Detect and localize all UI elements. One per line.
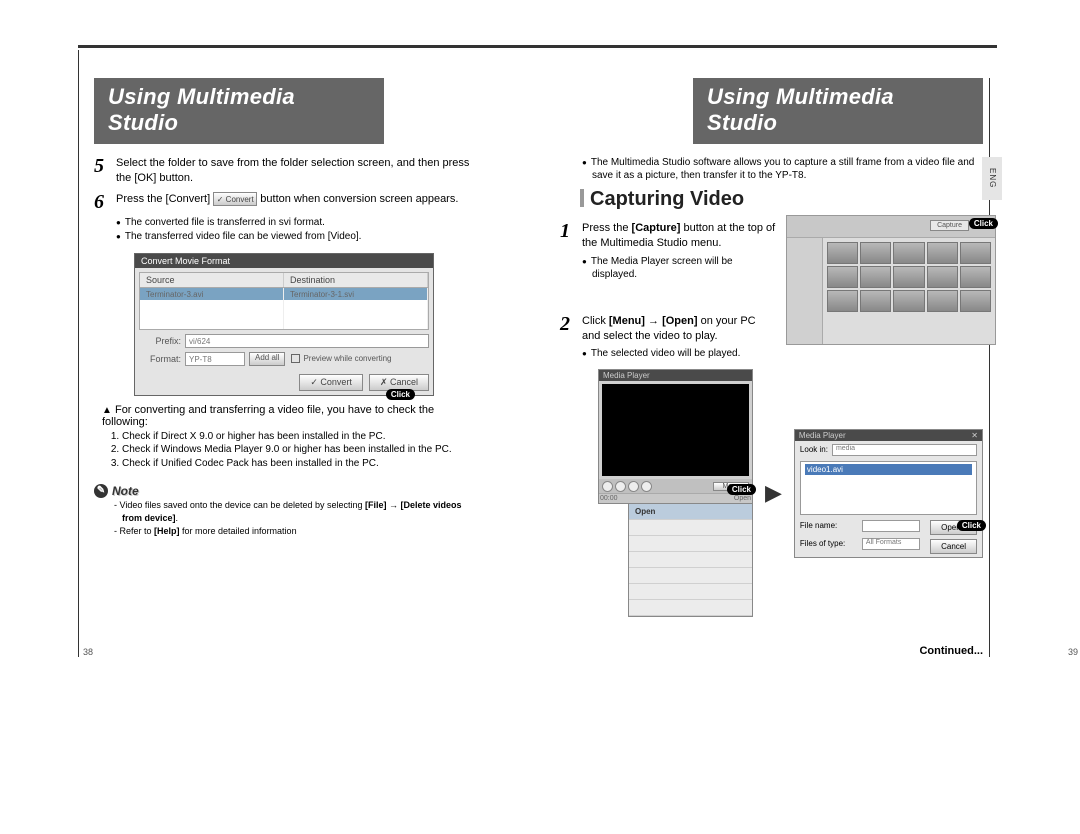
note-title: Note (112, 484, 139, 498)
filename-label: File name: (800, 521, 858, 530)
close-icon[interactable]: ✕ (971, 431, 978, 440)
rstep2-bullet: The selected video will be played. (560, 347, 776, 360)
play-icon[interactable] (602, 481, 613, 492)
step-number: 5 (94, 156, 116, 176)
convert-button[interactable]: ✓ Convert (299, 374, 363, 391)
dd-open[interactable]: Open (629, 504, 752, 520)
row-dest: Terminator-3-1.svi (284, 288, 428, 329)
file-list[interactable]: video1.avi (800, 461, 977, 515)
preview-checkbox[interactable]: Preview while converting (291, 354, 391, 363)
step-text: Click [Menu] → [Open] on your PC and sel… (582, 314, 776, 344)
step6-bullet: The converted file is transferred in svi… (94, 216, 470, 229)
open-dialog-screenshot: Media Player✕ Look in: media video1.avi … (794, 429, 983, 558)
note-line: Video files saved onto the device can be… (94, 499, 470, 524)
section-heading: Capturing Video (580, 188, 983, 211)
prefix-label: Prefix: (139, 336, 185, 346)
step-6: 6 Press the [Convert] ✓ Convert button w… (94, 192, 470, 212)
check-item: Check if Direct X 9.0 or higher has been… (122, 430, 470, 444)
step-text: Select the folder to save from the folde… (116, 156, 470, 186)
dd-item[interactable] (629, 552, 752, 568)
language-tab: ENG (982, 157, 1002, 200)
dd-item[interactable] (629, 536, 752, 552)
arrow-icon: ▶ (765, 480, 782, 506)
col-dest: Destination (284, 273, 428, 287)
filetype-label: Files of type: (800, 539, 858, 548)
menu-dropdown: Open (628, 503, 753, 617)
row-source: Terminator-3.avi (140, 288, 284, 329)
click-indicator: Click (969, 218, 998, 229)
file-item[interactable]: video1.avi (805, 464, 972, 475)
step-text: Press the [Convert] ✓ Convert button whe… (116, 192, 458, 207)
dd-item[interactable] (629, 568, 752, 584)
rstep1-bullet: The Media Player screen will be displaye… (560, 255, 776, 281)
step-5: 5 Select the folder to save from the fol… (94, 156, 470, 186)
next-icon[interactable] (641, 481, 652, 492)
step6-bullet: The transferred video file can be viewed… (94, 230, 470, 243)
filename-field[interactable] (862, 520, 920, 532)
step6-text-a: Press the [Convert] (116, 193, 210, 205)
check-list: Check if Direct X 9.0 or higher has been… (94, 430, 470, 471)
open-title: Media Player (799, 431, 846, 440)
player-title: Media Player (599, 370, 752, 381)
lookin-label: Look in: (800, 445, 828, 454)
rstep-1: 1 Press the [Capture] button at the top … (560, 221, 776, 251)
step-number: 1 (560, 221, 582, 241)
open-menu-item[interactable]: Open (734, 495, 751, 502)
step-number: 2 (560, 314, 582, 334)
lookin-field[interactable]: media (832, 444, 977, 456)
click-indicator: Click (957, 520, 986, 531)
click-indicator: Click (727, 484, 756, 495)
click-indicator: Click (386, 389, 415, 400)
capture-button[interactable]: Capture (930, 220, 969, 231)
convert-dialog-screenshot: Convert Movie Format Source Destination … (134, 253, 434, 396)
page-number-right: 39 (1068, 647, 1078, 657)
step-number: 6 (94, 192, 116, 212)
page-title-left: Using Multimedia Studio (94, 78, 384, 144)
media-player-screenshot: Media Player Menu 00:00Open Click (598, 369, 753, 504)
step6-text-b: button when conversion screen appears. (260, 193, 458, 205)
studio-browser-screenshot: Capture Click (786, 215, 996, 345)
rstep-2: 2 Click [Menu] → [Open] on your PC and s… (560, 314, 776, 344)
player-screen (602, 384, 749, 476)
format-field[interactable]: YP-T8 (185, 352, 245, 366)
convert-button-icon: ✓ Convert (213, 192, 257, 206)
page-number-left: 38 (83, 647, 93, 657)
dd-item[interactable] (629, 520, 752, 536)
prefix-field[interactable]: vi/624 (185, 334, 429, 348)
check-item: Check if Windows Media Player 9.0 or hig… (122, 443, 470, 457)
note-icon: ✎ (94, 484, 108, 498)
note-line: Refer to [Help] for more detailed inform… (94, 525, 470, 538)
add-all-button[interactable]: Add all (249, 352, 285, 366)
right-intro: The Multimedia Studio software allows yo… (560, 156, 983, 182)
stop-icon[interactable] (615, 481, 626, 492)
page-title-right: Using Multimedia Studio (693, 78, 983, 144)
continued-label: Continued... (560, 645, 983, 657)
format-label: Format: (139, 354, 185, 364)
prev-icon[interactable] (628, 481, 639, 492)
dialog-title: Convert Movie Format (135, 254, 433, 268)
dd-item[interactable] (629, 600, 752, 616)
filetype-field[interactable]: All Formats (862, 538, 920, 550)
note-heading: ✎ Note (94, 484, 470, 498)
check-intro: ▲ For converting and transferring a vide… (94, 404, 470, 428)
dd-item[interactable] (629, 584, 752, 600)
col-source: Source (140, 273, 284, 287)
cancel-button[interactable]: Cancel (930, 539, 977, 554)
check-item: Check if Unified Codec Pack has been ins… (122, 457, 470, 471)
step-text: Press the [Capture] button at the top of… (582, 221, 776, 251)
